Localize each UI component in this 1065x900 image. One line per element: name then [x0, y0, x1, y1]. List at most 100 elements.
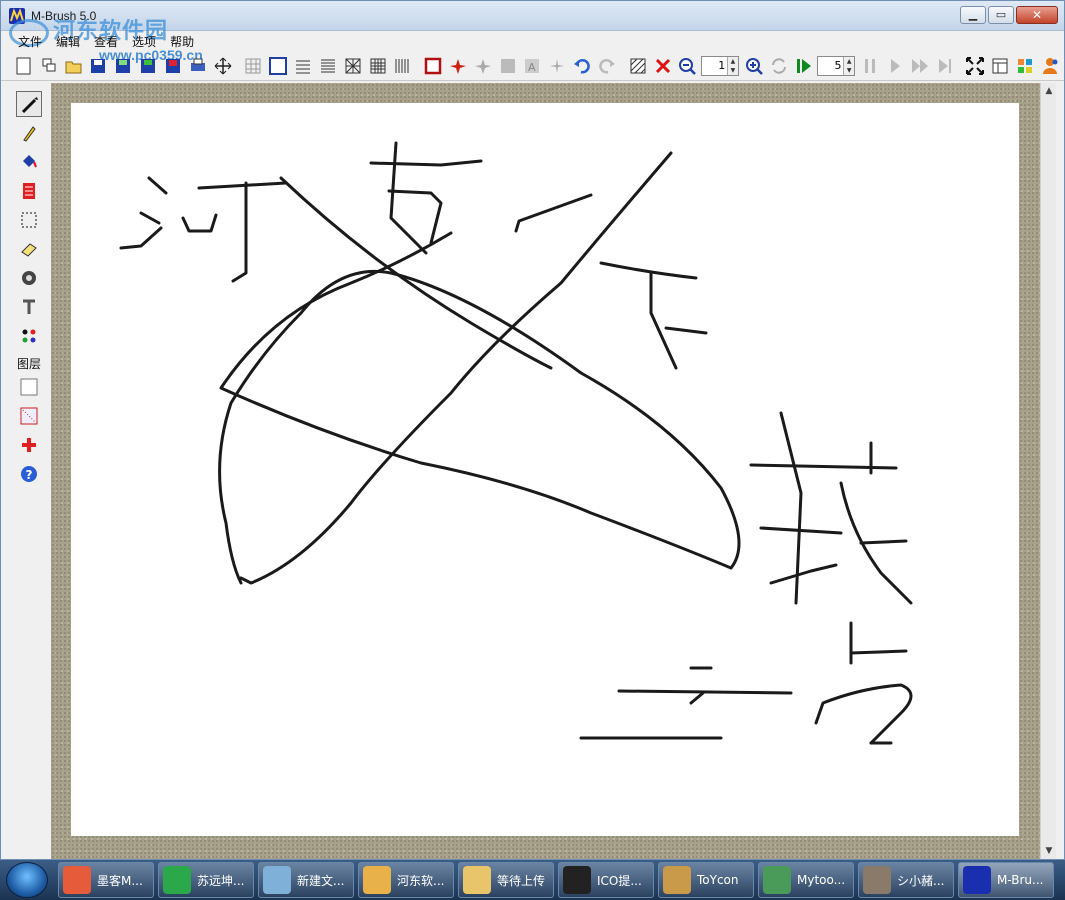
menu-options[interactable]: 选项 — [125, 31, 163, 51]
pause-button[interactable] — [859, 55, 881, 77]
menu-file[interactable]: 文件 — [11, 31, 49, 51]
redo-button[interactable] — [596, 55, 618, 77]
frame-stepper[interactable]: 5 ▲ ▼ — [817, 55, 856, 76]
task-button-9[interactable]: シ小赭... — [858, 862, 954, 898]
save-as-button[interactable] — [112, 55, 134, 77]
effect3-button[interactable] — [497, 55, 519, 77]
delete-button[interactable] — [652, 55, 674, 77]
task-app-icon — [63, 866, 91, 894]
refresh-button[interactable] — [768, 55, 790, 77]
select-tool[interactable] — [16, 207, 42, 233]
task-app-icon — [263, 866, 291, 894]
task-button-8[interactable]: Mytoo... — [758, 862, 854, 898]
fullscreen-button[interactable] — [964, 55, 986, 77]
text-tool[interactable] — [16, 294, 42, 320]
task-app-icon — [863, 866, 891, 894]
layer-transparent-button[interactable] — [16, 403, 42, 429]
undo-icon — [574, 58, 590, 73]
print-button[interactable] — [187, 55, 209, 77]
layout-button[interactable] — [989, 55, 1011, 77]
play-icon — [796, 58, 811, 73]
drawing-canvas[interactable] — [71, 103, 1019, 836]
brush-icon — [21, 97, 38, 114]
vertical-scrollbar[interactable]: ▲ ▼ — [1040, 83, 1056, 859]
stepper-arrows-icon[interactable]: ▲ ▼ — [726, 56, 738, 75]
border-button[interactable] — [422, 55, 444, 77]
undo-button[interactable] — [571, 55, 593, 77]
zoom-in-icon — [745, 57, 763, 75]
next-frame-button[interactable] — [884, 55, 906, 77]
zoom-stepper[interactable]: 1 ▲ ▼ — [701, 55, 739, 76]
play-button[interactable] — [793, 55, 815, 77]
next-icon — [891, 58, 900, 73]
menu-view[interactable]: 查看 — [87, 31, 125, 51]
frame-button[interactable] — [267, 55, 289, 77]
zoom-in-button[interactable] — [743, 55, 765, 77]
task-button-10[interactable]: M-Bru... — [958, 862, 1054, 898]
export-text-button[interactable] — [162, 55, 184, 77]
blur-tool[interactable] — [16, 265, 42, 291]
scroll-down-icon[interactable]: ▼ — [1041, 843, 1057, 859]
image-disabled-icon — [500, 58, 515, 73]
eraser-tool[interactable] — [16, 236, 42, 262]
border-icon — [424, 57, 442, 74]
palette-button[interactable] — [1014, 55, 1036, 77]
task-label: 等待上传 — [497, 873, 546, 888]
minimize-button[interactable]: ▁ — [960, 6, 986, 24]
last-frame-button[interactable] — [934, 55, 956, 77]
task-button-4[interactable]: 河东软... — [358, 862, 454, 898]
effect-button[interactable] — [447, 55, 469, 77]
brush-tool[interactable] — [16, 91, 42, 117]
task-label: M-Bru... — [997, 873, 1044, 887]
task-button-6[interactable]: ICO提... — [558, 862, 654, 898]
pencil-tool[interactable] — [16, 120, 42, 146]
menu-edit[interactable]: 编辑 — [49, 31, 87, 51]
effect4-button[interactable]: A — [521, 55, 543, 77]
effect2-button[interactable] — [472, 55, 494, 77]
stepper-arrows-icon[interactable]: ▲ ▼ — [843, 56, 855, 75]
maximize-button[interactable]: ▭ — [988, 6, 1014, 24]
start-button[interactable] — [6, 862, 48, 898]
task-button-1[interactable]: 墨客M... — [58, 862, 154, 898]
menu-help[interactable]: 帮助 — [163, 31, 201, 51]
task-label: 苏远坤... — [197, 873, 245, 888]
move-button[interactable] — [212, 55, 234, 77]
paint-bucket-icon — [23, 155, 37, 168]
layers-icon — [42, 58, 56, 71]
help-button[interactable]: ? — [16, 461, 42, 487]
pause-icon — [865, 58, 876, 73]
fill-tool[interactable] — [16, 149, 42, 175]
close-button[interactable]: ✕ — [1016, 6, 1058, 24]
refresh-icon — [771, 57, 786, 74]
layer-blank-button[interactable] — [16, 374, 42, 400]
hlines-button[interactable] — [292, 55, 314, 77]
grid-icon — [245, 58, 261, 73]
open-button[interactable] — [63, 55, 85, 77]
task-button-3[interactable]: 新建文... — [258, 862, 354, 898]
blur-dot-icon — [22, 271, 36, 285]
hatch-button[interactable] — [627, 55, 649, 77]
color-tool[interactable] — [16, 323, 42, 349]
radial-button[interactable] — [342, 55, 364, 77]
task-button-2[interactable]: 苏远坤... — [158, 862, 254, 898]
user-button[interactable] — [1039, 55, 1061, 77]
zoom-out-button[interactable] — [676, 55, 698, 77]
fast-forward-button[interactable] — [909, 55, 931, 77]
dense-lines-button[interactable] — [317, 55, 339, 77]
vlines-button[interactable] — [391, 55, 413, 77]
new-button[interactable] — [13, 55, 35, 77]
task-button-5[interactable]: 等待上传 — [458, 862, 554, 898]
print-icon — [190, 58, 205, 71]
new-layer-button[interactable] — [38, 55, 60, 77]
task-label: ICO提... — [597, 873, 642, 888]
add-layer-button[interactable] — [16, 432, 42, 458]
grid-button[interactable] — [242, 55, 264, 77]
task-button-7[interactable]: ToYcon — [658, 862, 754, 898]
stamp-tool[interactable] — [16, 178, 42, 204]
export-button[interactable] — [137, 55, 159, 77]
save-button[interactable] — [87, 55, 109, 77]
effect5-button[interactable] — [546, 55, 568, 77]
scroll-up-icon[interactable]: ▲ — [1041, 83, 1057, 99]
table-grid-button[interactable] — [367, 55, 389, 77]
task-app-icon — [163, 866, 191, 894]
